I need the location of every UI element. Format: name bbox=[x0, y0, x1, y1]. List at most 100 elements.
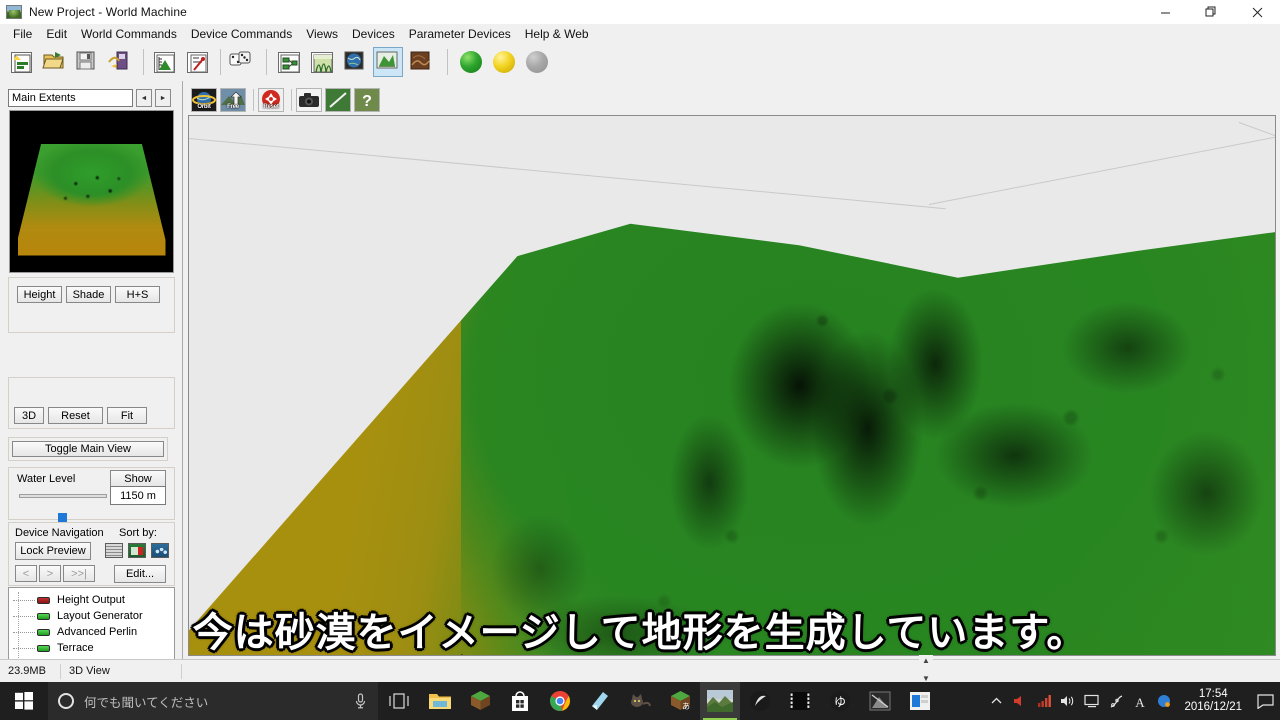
film-strip-icon bbox=[790, 692, 810, 710]
world-view-button[interactable] bbox=[340, 47, 370, 77]
terrain-preview[interactable] bbox=[9, 110, 174, 273]
start-button[interactable] bbox=[0, 682, 48, 720]
extents-next-button[interactable]: ► bbox=[155, 89, 171, 107]
lock-preview-button[interactable]: Lock Preview bbox=[15, 542, 91, 560]
menu-devices[interactable]: Devices bbox=[345, 26, 402, 42]
volume-mute-icon[interactable] bbox=[1008, 682, 1032, 720]
network-sort-icon[interactable] bbox=[151, 543, 169, 558]
reset-camera-button[interactable]: Reset bbox=[258, 88, 284, 112]
extents-combo[interactable]: Main Extents bbox=[8, 89, 133, 107]
help-button[interactable]: ? bbox=[354, 88, 380, 112]
ime-dot-icon[interactable] bbox=[1152, 682, 1176, 720]
taskbar-yu-app[interactable]: ゆ bbox=[820, 682, 860, 720]
speaker-icon[interactable] bbox=[1056, 682, 1080, 720]
extents-prev-button[interactable]: ◄ bbox=[136, 89, 152, 107]
build-grey-button[interactable] bbox=[522, 47, 552, 77]
water-level-slider[interactable] bbox=[19, 494, 107, 532]
menu-world-commands[interactable]: World Commands bbox=[74, 26, 184, 42]
device-workspace-button[interactable] bbox=[274, 47, 304, 77]
taskbar-minecraft-ime[interactable]: あ bbox=[660, 682, 700, 720]
taskbar-file-explorer[interactable] bbox=[420, 682, 460, 720]
menu-edit[interactable]: Edit bbox=[39, 26, 74, 42]
ime-pen-icon[interactable] bbox=[1104, 682, 1128, 720]
blue-window-icon bbox=[910, 692, 930, 710]
device-navigation-label: Device Navigation bbox=[15, 527, 104, 539]
list-item[interactable]: Height Output bbox=[9, 592, 174, 608]
folder-icon bbox=[429, 694, 451, 709]
taskbar-clock[interactable]: 17:54 2016/12/21 bbox=[1176, 688, 1250, 714]
layout-view-button[interactable] bbox=[307, 47, 337, 77]
task-view-button[interactable] bbox=[378, 682, 420, 720]
randomize-seed-button[interactable] bbox=[226, 47, 256, 77]
open-project-button[interactable] bbox=[39, 47, 69, 77]
action-center-button[interactable] bbox=[1250, 682, 1280, 720]
cortana-icon bbox=[58, 693, 74, 709]
list-item[interactable]: Layout Generator bbox=[9, 608, 174, 624]
reset-button[interactable]: Reset bbox=[48, 407, 103, 424]
tray-expand-button[interactable] bbox=[984, 682, 1008, 720]
new-project-button[interactable] bbox=[6, 47, 36, 77]
list-sort-icon[interactable] bbox=[105, 543, 123, 558]
maximize-button[interactable] bbox=[1188, 0, 1234, 24]
search-box[interactable]: 何でも聞いてください bbox=[48, 682, 378, 720]
list-item[interactable]: Advanced Perlin bbox=[9, 624, 174, 640]
wireframe-button[interactable] bbox=[325, 88, 351, 112]
menu-parameter-devices[interactable]: Parameter Devices bbox=[402, 26, 518, 42]
edit-button[interactable]: Edit... bbox=[114, 565, 166, 583]
nav-next-button[interactable]: > bbox=[39, 565, 61, 582]
project-settings-button[interactable] bbox=[182, 47, 212, 77]
shade-button[interactable]: Shade bbox=[66, 286, 111, 303]
minimize-button[interactable] bbox=[1142, 0, 1188, 24]
taskbar-cat-app[interactable] bbox=[620, 682, 660, 720]
taskbar-dark-sphere-app[interactable] bbox=[740, 682, 780, 720]
signal-bars-icon[interactable] bbox=[1032, 682, 1056, 720]
taskbar-world-machine[interactable] bbox=[700, 682, 740, 720]
task-view-icon bbox=[389, 693, 409, 709]
taskbar-screen-capture[interactable] bbox=[860, 682, 900, 720]
nav-prev-button[interactable]: < bbox=[15, 565, 37, 582]
snapshot-button[interactable] bbox=[296, 88, 322, 112]
menu-device-commands[interactable]: Device Commands bbox=[184, 26, 299, 42]
height-profile-button[interactable] bbox=[149, 47, 179, 77]
display-icon[interactable] bbox=[1080, 682, 1104, 720]
device-sort-icon[interactable] bbox=[128, 543, 146, 558]
viewport-scroll-arrows[interactable]: ▲ ▼ bbox=[919, 655, 933, 684]
taskbar-blue-window-app[interactable] bbox=[900, 682, 940, 720]
main-toolbar bbox=[0, 43, 1280, 81]
save-project-button[interactable] bbox=[72, 47, 102, 77]
orbit-camera-button[interactable]: Orbit bbox=[191, 88, 217, 112]
build-green-button[interactable] bbox=[456, 47, 486, 77]
toggle-main-view-button[interactable]: Toggle Main View bbox=[12, 441, 164, 457]
menu-file[interactable]: File bbox=[6, 26, 39, 42]
menu-views[interactable]: Views bbox=[299, 26, 345, 42]
3d-viewport[interactable] bbox=[188, 115, 1276, 656]
taskbar-onenote[interactable] bbox=[580, 682, 620, 720]
nav-last-button[interactable]: >>| bbox=[63, 565, 95, 582]
scroll-up-icon[interactable]: ▲ bbox=[922, 656, 930, 665]
free-camera-button[interactable]: Free bbox=[220, 88, 246, 112]
height-button[interactable]: Height bbox=[17, 286, 62, 303]
left-panel: Main Extents ◄ ► Height Shade H+S Set Te… bbox=[0, 81, 183, 720]
view-buttons-group: 3D Reset Fit bbox=[8, 377, 175, 429]
taskbar-video-editor[interactable] bbox=[780, 682, 820, 720]
taskbar-microsoft-store[interactable] bbox=[500, 682, 540, 720]
taskbar-minecraft[interactable] bbox=[460, 682, 500, 720]
close-button[interactable] bbox=[1234, 0, 1280, 24]
microphone-icon[interactable] bbox=[355, 693, 366, 712]
water-level-value[interactable]: 1150 m bbox=[110, 486, 166, 505]
build-yellow-button[interactable] bbox=[489, 47, 519, 77]
action-center-icon bbox=[1256, 693, 1274, 709]
ime-a-icon[interactable]: A bbox=[1128, 682, 1152, 720]
fit-button[interactable]: Fit bbox=[107, 407, 147, 424]
export-project-button[interactable] bbox=[105, 47, 135, 77]
menu-help-web[interactable]: Help & Web bbox=[518, 26, 596, 42]
toolbar-separator bbox=[143, 49, 144, 75]
texture-view-button[interactable] bbox=[406, 47, 436, 77]
3d-view-button[interactable] bbox=[373, 47, 403, 77]
taskbar-google-chrome[interactable] bbox=[540, 682, 580, 720]
device-label: Advanced Perlin bbox=[57, 626, 138, 638]
hs-button[interactable]: H+S bbox=[115, 286, 160, 303]
water-show-button[interactable]: Show bbox=[110, 470, 166, 487]
list-item[interactable]: Terrace bbox=[9, 640, 174, 656]
3d-button[interactable]: 3D bbox=[14, 407, 44, 424]
